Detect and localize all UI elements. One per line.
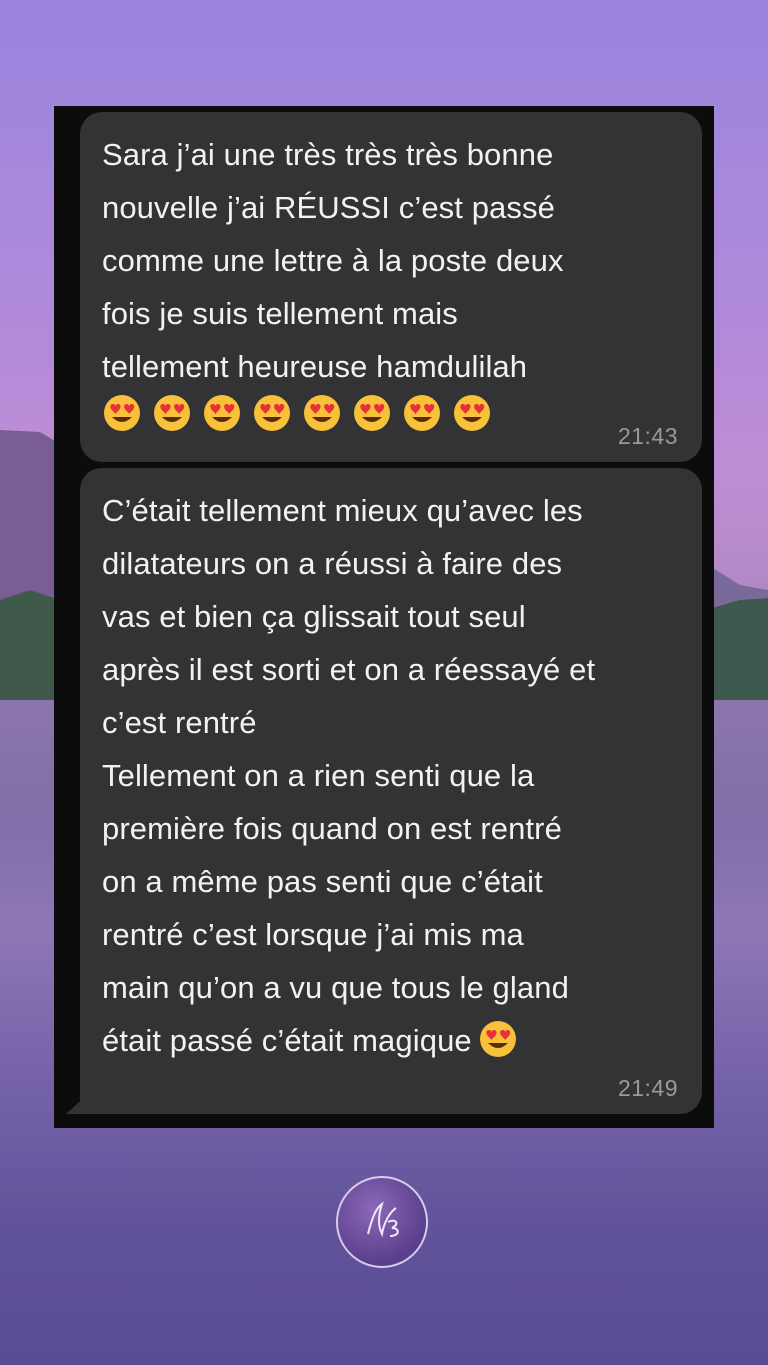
forest-left (0, 590, 60, 700)
heart-eyes-emoji-icon (304, 395, 340, 431)
chat-screenshot: Sara j’ai une très très très bonne nouve… (54, 106, 714, 1128)
heart-eyes-emoji-icon (104, 395, 140, 431)
emoji-row (102, 393, 678, 433)
forest-right (705, 598, 768, 700)
heart-eyes-emoji-icon (254, 395, 290, 431)
heart-eyes-emoji-icon (404, 395, 440, 431)
heart-eyes-emoji-icon (204, 395, 240, 431)
heart-eyes-emoji-icon (354, 395, 390, 431)
message-text-2-body: C’était tellement mieux qu’avec les dila… (102, 493, 596, 1058)
monogram-logo-icon (336, 1176, 428, 1268)
heart-eyes-emoji-icon (154, 395, 190, 431)
message-text-2: C’était tellement mieux qu’avec les dila… (102, 484, 678, 1067)
message-bubble-1[interactable]: Sara j’ai une très très très bonne nouve… (80, 112, 702, 462)
message-bubble-2[interactable]: C’était tellement mieux qu’avec les dila… (80, 468, 702, 1114)
heart-eyes-emoji-icon (479, 1021, 516, 1057)
message-text-1: Sara j’ai une très très très bonne nouve… (102, 137, 564, 384)
message-timestamp-1: 21:43 (617, 423, 678, 449)
message-timestamp-2: 21:49 (617, 1075, 678, 1101)
heart-eyes-emoji-icon (454, 395, 490, 431)
